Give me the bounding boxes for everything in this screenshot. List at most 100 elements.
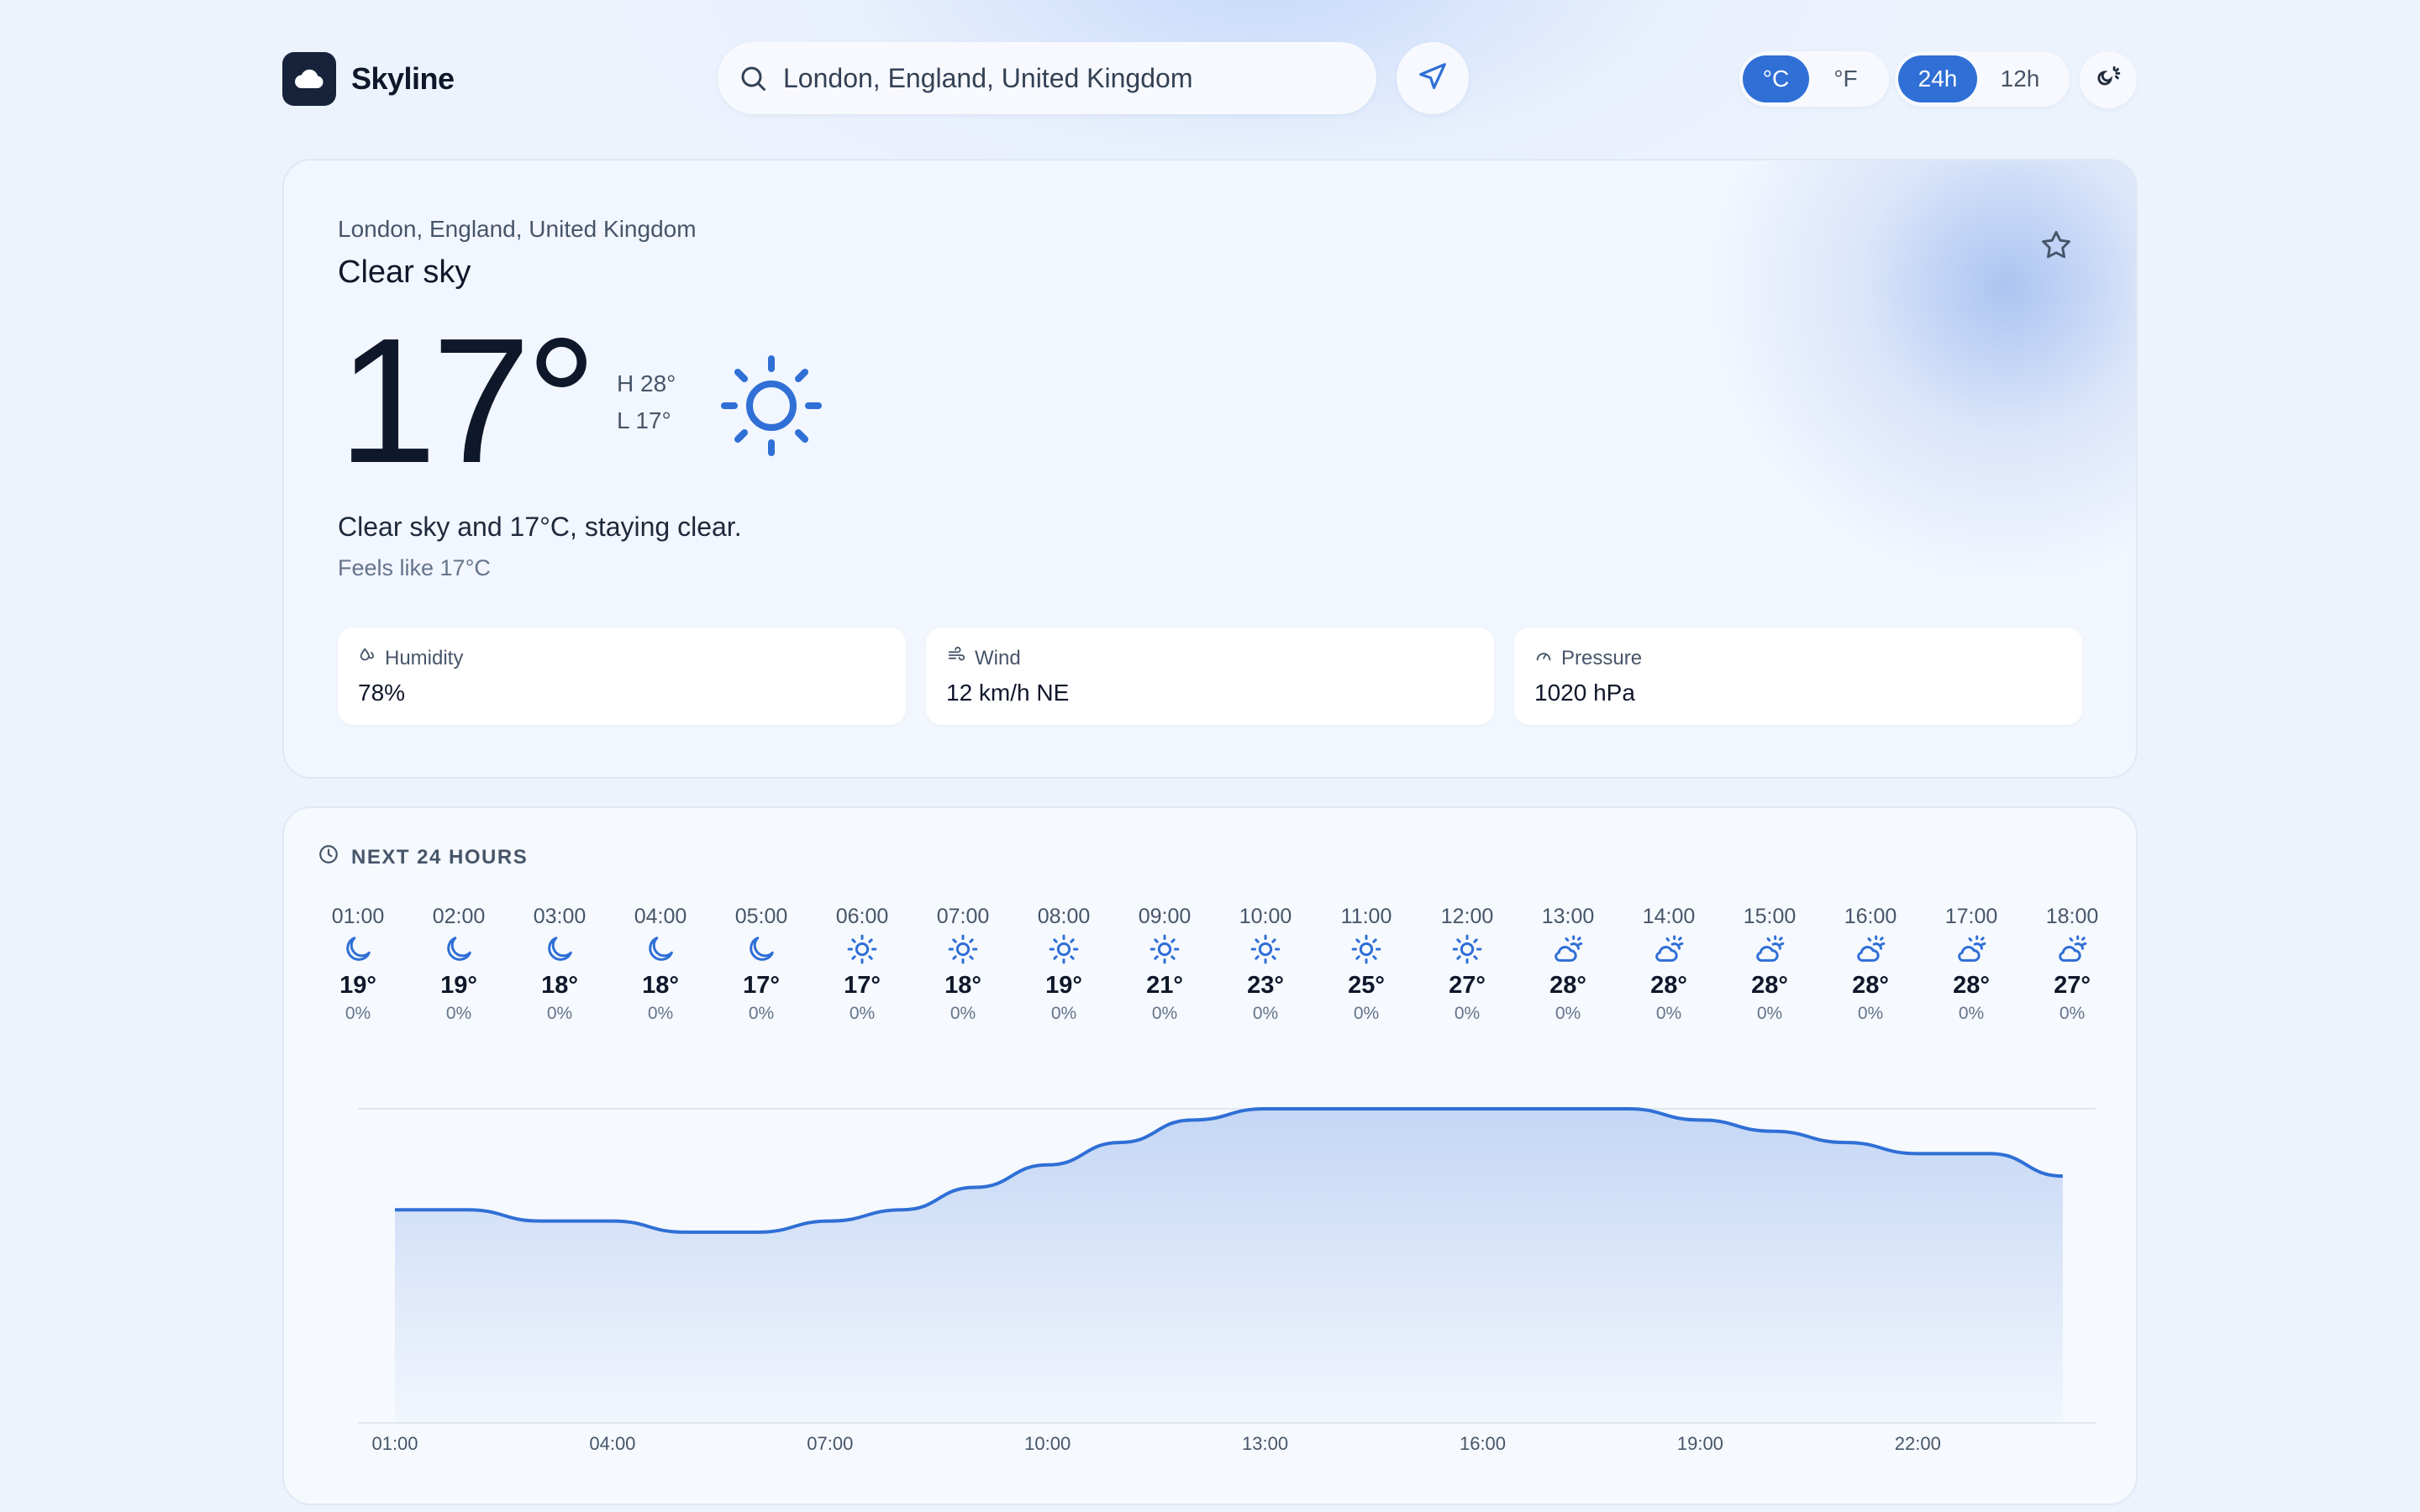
24h-option[interactable]: 24h [1898, 55, 1977, 102]
hour-time: 08:00 [1037, 905, 1091, 928]
hour-precipitation: 0% [1454, 1004, 1481, 1023]
hour-forecast-item: 09:00 21° 0% [1118, 902, 1211, 1025]
hour-temperature: 28° [1852, 972, 1889, 999]
hour-forecast-item: 05:00 17° 0% [715, 902, 808, 1025]
star-icon [2038, 227, 2075, 268]
navigation-arrow-icon [1417, 60, 1449, 97]
wind-stat: Wind 12 km/h NE [926, 627, 1494, 725]
hour-time: 10:00 [1239, 905, 1292, 928]
wind-value: 12 km/h NE [946, 680, 1070, 706]
wind-icon [946, 646, 966, 670]
sun-icon [1421, 931, 1513, 968]
hour-temperature: 27° [1449, 972, 1486, 999]
humidity-label: Humidity [385, 646, 464, 669]
fahrenheit-option[interactable]: °F [1812, 55, 1879, 102]
hour-temperature: 19° [440, 972, 477, 999]
partly-cloudy-icon [1925, 931, 2018, 968]
search-input[interactable] [781, 61, 1356, 95]
humidity-value: 78% [358, 680, 406, 706]
hour-temperature: 25° [1348, 972, 1385, 999]
hour-time: 17:00 [1944, 905, 1998, 928]
clock-format-toggle: 24h 12h [1895, 51, 2070, 107]
hour-forecast-item: 17:00 28° 0% [1925, 902, 2018, 1025]
hour-precipitation: 0% [345, 1004, 371, 1023]
hour-time: 16:00 [1844, 905, 1897, 928]
x-axis-tick-label: 13:00 [1242, 1433, 1288, 1454]
clock-icon [318, 843, 339, 871]
pressure-stat: Pressure 1020 hPa [1514, 627, 2082, 725]
hour-precipitation: 0% [849, 1004, 876, 1023]
hour-forecast-item: 15:00 28° 0% [1723, 902, 1816, 1025]
brand[interactable]: Skyline [282, 51, 455, 107]
hour-temperature: 17° [844, 972, 881, 999]
hour-precipitation: 0% [950, 1004, 976, 1023]
moon-icon [614, 931, 707, 968]
hour-forecast-item: 02:00 19° 0% [413, 902, 505, 1025]
hour-precipitation: 0% [1252, 1004, 1279, 1023]
feels-like: Feels like 17°C [338, 555, 491, 580]
sun-icon [1219, 931, 1312, 968]
search-bar[interactable] [718, 42, 1376, 114]
hour-temperature: 19° [339, 972, 376, 999]
hour-forecast-item: 06:00 17° 0% [816, 902, 908, 1025]
hour-temperature: 28° [1650, 972, 1687, 999]
hour-precipitation: 0% [1050, 1004, 1077, 1023]
hour-temperature: 18° [944, 972, 981, 999]
hour-time: 07:00 [936, 905, 990, 928]
current-weather-card: London, England, United Kingdom Clear sk… [282, 159, 2138, 779]
hour-time: 01:00 [331, 905, 385, 928]
header: Skyline °C °F 24h 12h [282, 0, 2138, 160]
hour-precipitation: 0% [1756, 1004, 1783, 1023]
moon-icon [413, 931, 505, 968]
hour-temperature: 27° [2054, 972, 2091, 999]
hourly-forecast-card: NEXT 24 HOURS 01:00 19° 0% 02:00 19° 0% 03:00 1… [282, 806, 2138, 1505]
hourly-strip: 01:00 19° 0% 02:00 19° 0% 03:00 18° 0% 04:00 18° 0%… [284, 902, 2136, 1023]
celsius-option[interactable]: °C [1743, 55, 1809, 102]
hour-temperature: 19° [1045, 972, 1082, 999]
hour-temperature: 18° [642, 972, 679, 999]
hour-forecast-item: 08:00 19° 0% [1018, 902, 1110, 1025]
hour-precipitation: 0% [647, 1004, 674, 1023]
hour-time: 15:00 [1743, 905, 1797, 928]
card-glow [1712, 160, 2136, 580]
hour-temperature: 18° [541, 972, 578, 999]
temperature-area [395, 1109, 2063, 1423]
hour-forecast-item: 14:00 28° 0% [1623, 902, 1715, 1025]
moon-icon [715, 931, 808, 968]
hour-forecast-item: 12:00 27° 0% [1421, 902, 1513, 1025]
search-icon [736, 61, 770, 95]
pressure-value: 1020 hPa [1534, 680, 1635, 706]
hour-precipitation: 0% [2059, 1004, 2086, 1023]
pressure-label: Pressure [1561, 646, 1643, 669]
theme-toggle-button[interactable] [2080, 51, 2137, 108]
hour-precipitation: 0% [1655, 1004, 1682, 1023]
current-temperature: 17° [338, 301, 597, 500]
x-axis-tick-label: 22:00 [1895, 1433, 1941, 1454]
x-axis-tick-label: 04:00 [589, 1433, 635, 1454]
hour-forecast-item: 10:00 23° 0% [1219, 902, 1312, 1025]
x-axis-tick-label: 07:00 [807, 1433, 853, 1454]
theme-toggle-icon [2094, 64, 2123, 97]
x-axis-tick-label: 10:00 [1024, 1433, 1071, 1454]
partly-cloudy-icon [1723, 931, 1816, 968]
hour-precipitation: 0% [445, 1004, 472, 1023]
hour-forecast-item: 11:00 25° 0% [1320, 902, 1413, 1025]
hour-precipitation: 0% [748, 1004, 775, 1023]
hour-forecast-item: 13:00 28° 0% [1522, 902, 1614, 1025]
forecast-title: NEXT 24 HOURS [351, 845, 529, 869]
hour-time: 13:00 [1541, 905, 1595, 928]
app-name: Skyline [351, 61, 455, 96]
partly-cloudy-icon [1623, 931, 1715, 968]
sun-icon [1118, 931, 1211, 968]
hour-time: 18:00 [2045, 905, 2099, 928]
location-name: London, England, United Kingdom [338, 216, 697, 242]
hour-temperature: 21° [1146, 972, 1183, 999]
locate-button[interactable] [1397, 42, 1469, 114]
sun-icon [917, 931, 1009, 968]
wind-label: Wind [975, 646, 1021, 669]
hour-precipitation: 0% [1958, 1004, 1985, 1023]
favorite-button[interactable] [2033, 224, 2079, 270]
high-temperature: H 28° [617, 370, 676, 396]
12h-option[interactable]: 12h [1981, 55, 2060, 102]
low-temperature: L 17° [617, 407, 671, 433]
